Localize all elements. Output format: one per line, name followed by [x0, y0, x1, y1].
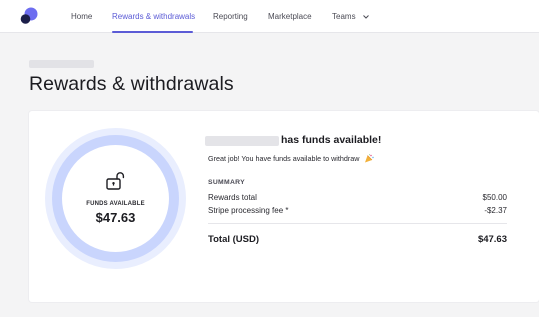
redacted-breadcrumb — [29, 60, 94, 68]
nav-home[interactable]: Home — [71, 0, 92, 33]
unlock-icon — [106, 172, 125, 190]
redacted-name — [205, 136, 279, 146]
rewards-total-value: $50.00 — [482, 193, 507, 202]
funds-ring-center — [62, 145, 169, 252]
party-popper-icon — [365, 154, 375, 163]
page-title: Rewards & withdrawals — [29, 73, 234, 95]
nav-reporting[interactable]: Reporting — [213, 0, 248, 33]
nav-teams-label: Teams — [332, 12, 356, 21]
nav-rewards-withdrawals[interactable]: Rewards & withdrawals — [112, 0, 195, 33]
funds-message-text: Great job! You have funds available to w… — [208, 154, 360, 163]
funds-heading: has funds available! — [281, 134, 382, 146]
funds-message: Great job! You have funds available to w… — [208, 154, 375, 163]
logo-icon[interactable] — [20, 7, 38, 25]
nav-marketplace[interactable]: Marketplace — [268, 0, 312, 33]
funds-available-amount: $47.63 — [95, 210, 136, 225]
rewards-total-label: Rewards total — [208, 193, 257, 202]
processing-fee-label: Stripe processing fee * — [208, 206, 289, 215]
processing-fee-value: -$2.37 — [484, 206, 507, 215]
nav-teams-dropdown[interactable]: Teams — [332, 0, 369, 33]
summary-heading: SUMMARY — [208, 179, 245, 186]
total-value: $47.63 — [477, 234, 507, 245]
top-nav: Home Rewards & withdrawals Reporting Mar… — [0, 0, 539, 33]
chevron-down-icon — [362, 15, 369, 19]
funds-available-label: FUNDS AVAILABLE — [86, 201, 145, 207]
summary-divider — [208, 223, 507, 224]
total-label: Total (USD) — [208, 234, 260, 245]
